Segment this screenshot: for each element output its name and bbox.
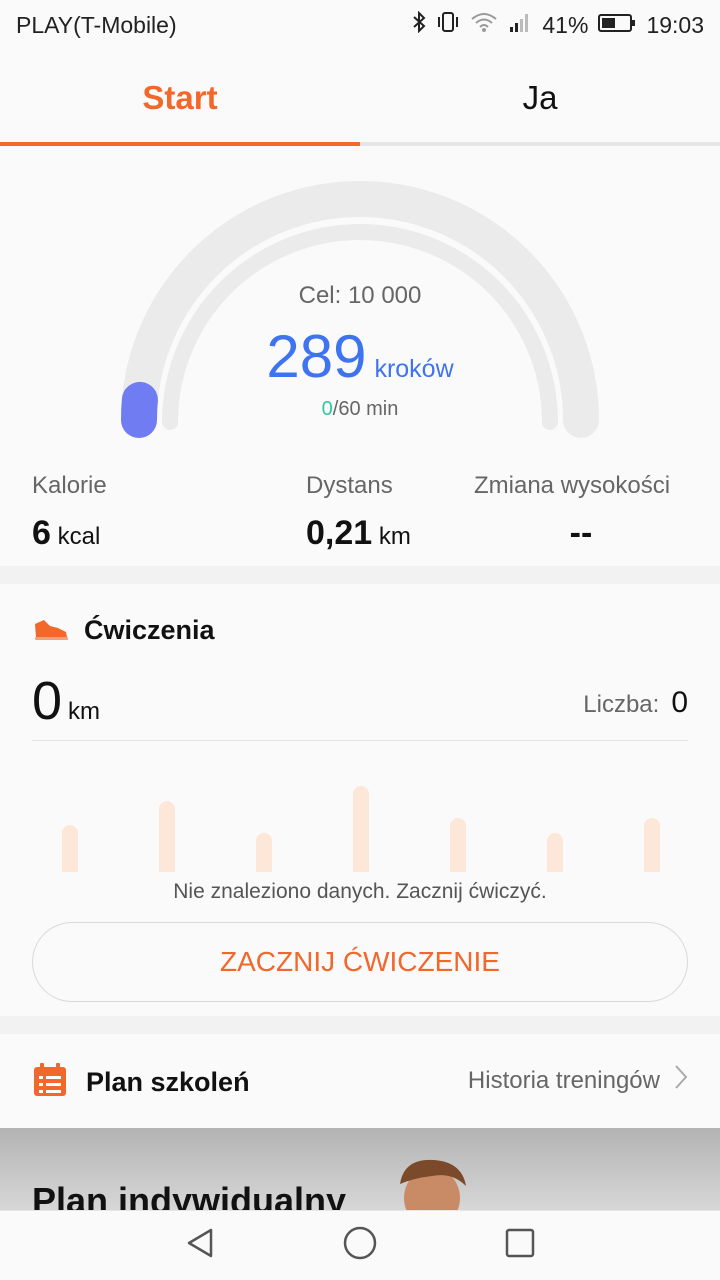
training-plan-title: Plan szkoleń	[86, 1067, 250, 1097]
signal-icon	[508, 11, 532, 39]
stat-unit: km	[378, 523, 411, 550]
stat-distance: Dystans 0,21 km	[306, 472, 411, 553]
battery-icon	[598, 12, 636, 39]
stat-calories: Kalorie 6 kcal	[32, 472, 107, 553]
stat-value: 6	[32, 514, 51, 552]
training-history-label: Historia treningów	[467, 1066, 660, 1094]
recents-button[interactable]	[495, 1221, 545, 1271]
stat-unit: kcal	[57, 523, 101, 550]
minutes-goal: /60 min	[332, 398, 399, 420]
steps-value: 289	[266, 323, 367, 390]
stat-label: Dystans	[306, 472, 393, 499]
placeholder-bar	[159, 801, 175, 872]
training-history-link[interactable]: Historia treningów	[468, 1064, 688, 1097]
divider	[32, 740, 688, 741]
status-icons: 41% 19:03	[412, 10, 704, 39]
banner-title: Plan indywidualny	[32, 1180, 347, 1210]
exercise-count: Liczba: 0	[583, 686, 688, 720]
minutes-done: 0	[321, 398, 333, 420]
vibrate-icon	[436, 11, 460, 39]
tab-ja[interactable]: Ja	[360, 50, 720, 146]
exercise-distance: 0 km	[32, 670, 100, 732]
stat-value: 0,21	[306, 514, 373, 552]
home-circle-icon	[342, 1225, 378, 1266]
individual-plan-banner[interactable]: Plan indywidualny	[0, 1128, 720, 1210]
exercise-title: Ćwiczenia	[84, 615, 215, 645]
status-bar: PLAY(T-Mobile) 41% 19:03	[0, 0, 720, 50]
active-minutes: 0/60 min	[0, 398, 720, 421]
chevron-right-icon	[674, 1064, 688, 1097]
bluetooth-icon	[412, 10, 426, 39]
steps-unit: kroków	[374, 355, 454, 383]
calendar-icon	[32, 1062, 68, 1103]
top-tabs: Start Ja	[0, 50, 720, 146]
navigation-bar	[0, 1210, 720, 1280]
placeholder-bar	[547, 833, 563, 872]
back-button[interactable]	[175, 1221, 225, 1271]
placeholder-bars	[0, 754, 720, 872]
person-image	[382, 1154, 482, 1210]
placeholder-bar	[450, 818, 466, 872]
stat-elevation: Zmiana wysokości --	[474, 472, 688, 553]
steps-goal: Cel: 10 000	[298, 282, 422, 309]
clock: 19:03	[646, 11, 704, 38]
exercise-count-value: 0	[671, 686, 688, 719]
stats-row: Kalorie 6 kcal Dystans 0,21 km Zmiana wy…	[0, 472, 720, 562]
placeholder-bar	[644, 818, 660, 872]
steps-count: 289 kroków	[0, 322, 720, 391]
exercise-distance-unit: km	[68, 698, 101, 725]
training-plan-card: Plan szkoleń Historia treningów	[0, 1034, 720, 1128]
steps-card[interactable]: Cel: 10 000 289 kroków 0/60 min Kalorie 6…	[0, 146, 720, 566]
carrier-name: PLAY(T-Mobile)	[16, 11, 177, 38]
exercise-distance-value: 0	[32, 671, 63, 731]
exercise-card: Ćwiczenia 0 km Liczba: 0 Nie znaleziono da…	[0, 584, 720, 1016]
exercise-count-label: Liczba:	[583, 691, 660, 718]
tab-start[interactable]: Start	[0, 50, 360, 146]
placeholder-bar	[62, 825, 78, 872]
wifi-icon	[470, 11, 498, 39]
start-exercise-button[interactable]: ZACZNIJ ĆWICZENIE	[32, 922, 688, 1002]
home-button[interactable]	[335, 1221, 385, 1271]
battery-percent: 41%	[542, 11, 589, 38]
stat-value: --	[569, 514, 593, 552]
sneaker-icon	[32, 614, 70, 647]
stat-label: Zmiana wysokości	[474, 472, 671, 499]
recents-square-icon	[504, 1227, 536, 1264]
placeholder-bar	[256, 833, 272, 872]
placeholder-bar	[353, 786, 369, 872]
exercise-header: Ćwiczenia	[32, 614, 215, 647]
stat-label: Kalorie	[32, 472, 107, 499]
no-data-message: Nie znaleziono danych. Zacznij ćwiczyć.	[173, 880, 547, 903]
back-triangle-icon	[183, 1226, 217, 1265]
